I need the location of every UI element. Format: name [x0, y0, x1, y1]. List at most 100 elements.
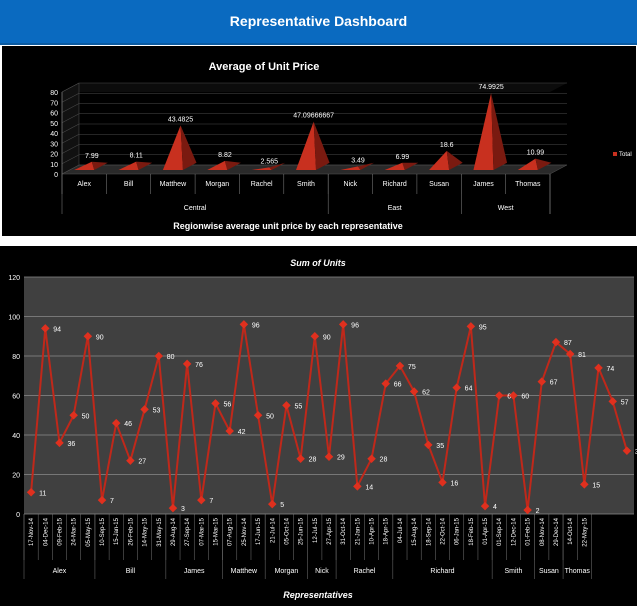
unit-price-chart-panel: Average of Unit Price 0 10 20 30 40 50 60 70 80 7.… — [2, 46, 636, 236]
data-label: 16 — [450, 480, 458, 487]
x-tick-label: 10-Apr-15 — [370, 517, 376, 544]
group-label: James — [184, 568, 205, 575]
data-label: 2 — [536, 508, 540, 515]
data-label: 66 — [394, 382, 402, 389]
x-tick-label: 12-Dec-14 — [511, 517, 517, 546]
data-label: 36 — [67, 441, 75, 448]
data-label: 74.9925 — [478, 84, 503, 91]
x-tick-label: 07-Aug-15 — [228, 517, 234, 546]
data-label: 62 — [422, 390, 430, 397]
y-tick-label: 120 — [8, 275, 20, 282]
data-label: 96 — [252, 322, 260, 329]
data-label: 46 — [124, 421, 132, 428]
data-label: 67 — [550, 380, 558, 387]
y-tick-label: 20 — [50, 152, 58, 159]
x-tick-label: Matthew — [160, 181, 187, 188]
data-label: 11 — [39, 490, 46, 497]
data-label: 75 — [408, 364, 416, 371]
x-tick-label: 17-Jun-15 — [256, 517, 262, 545]
group-label: Richard — [430, 568, 454, 575]
group-label: Bill — [126, 568, 136, 575]
x-tick-label: 05-Oct-14 — [284, 517, 290, 544]
data-label: 42 — [238, 429, 246, 436]
data-label: 55 — [294, 403, 302, 410]
x-tick-label: 22-Oct-14 — [440, 517, 446, 544]
y-tick-label: 40 — [12, 433, 20, 440]
bar — [162, 125, 197, 170]
y-tick-label: 70 — [50, 100, 58, 107]
y-tick-label: 30 — [50, 141, 58, 148]
x-tick-label: Thomas — [515, 181, 541, 188]
x-tick-label: 01-Apr-15 — [483, 517, 489, 544]
data-label: 74 — [607, 366, 615, 373]
data-label: 8.82 — [218, 152, 232, 159]
data-label: 28 — [309, 457, 317, 464]
x-axis-title: Regionwise average unit price by each re… — [173, 221, 403, 231]
x-tick-label: James — [473, 181, 494, 188]
x-tick-label: Susan — [429, 181, 449, 188]
x-tick-label: 08-Nov-14 — [540, 517, 546, 546]
y-tick-label: 20 — [12, 473, 20, 480]
data-label: 56 — [224, 401, 232, 408]
data-label: 4 — [493, 504, 497, 511]
data-label: 53 — [153, 407, 161, 414]
y-tick-label: 50 — [50, 121, 58, 128]
group-label: East — [388, 205, 402, 212]
data-label: 50 — [266, 413, 274, 420]
data-label: 10.99 — [527, 150, 545, 157]
group-label: Susan — [539, 568, 559, 575]
data-label: 8.11 — [130, 153, 143, 160]
data-label: 28 — [380, 457, 388, 464]
y-tick-label: 100 — [8, 315, 20, 322]
data-label: 7 — [209, 498, 213, 505]
data-label: 47.09666667 — [293, 113, 334, 120]
data-label: 27 — [138, 459, 146, 466]
data-label: 64 — [465, 386, 473, 393]
data-label: 60 — [521, 394, 529, 401]
group-label: Smith — [504, 568, 522, 575]
x-tick-label: 15-Aug-14 — [412, 517, 418, 546]
x-tick-label: 18-Apr-15 — [384, 517, 390, 544]
data-label: 6.99 — [396, 154, 410, 161]
x-tick-label: 29-Aug-14 — [171, 517, 177, 546]
data-label: 87 — [564, 340, 572, 347]
x-tick-label: Bill — [124, 181, 134, 188]
x-tick-label: 10-Sep-15 — [100, 517, 106, 546]
data-label: 94 — [53, 326, 61, 333]
group-label: Alex — [53, 568, 67, 575]
data-label: 7.99 — [85, 153, 99, 160]
data-label: 3 — [181, 506, 185, 513]
x-tick-label: 25-Jun-15 — [299, 517, 305, 545]
data-label: 3.49 — [351, 157, 365, 164]
x-tick-label: 26-Feb-15 — [128, 517, 134, 545]
x-tick-label: Nick — [344, 181, 358, 188]
data-label: 18.6 — [440, 142, 454, 149]
data-label: 95 — [479, 324, 487, 331]
group-label: Thomas — [565, 568, 591, 575]
x-tick-label: 18-Sep-14 — [426, 517, 432, 546]
x-tick-label: Morgan — [205, 181, 229, 188]
x-axis-title: Representatives — [283, 590, 353, 600]
x-tick-label: 09-Feb-15 — [57, 517, 63, 545]
x-tick-label: Smith — [297, 181, 315, 188]
x-tick-label: 22-May-15 — [582, 517, 588, 546]
data-label: 2.565 — [261, 158, 279, 165]
data-label: 43.4825 — [168, 116, 193, 123]
data-label: 5 — [280, 502, 284, 509]
y-tick-label: 10 — [50, 162, 58, 169]
y-tick-label: 0 — [54, 172, 58, 179]
x-tick-label: Richard — [383, 181, 407, 188]
units-line-chart: Sum of Units0204060801001201194365090746… — [8, 258, 637, 600]
y-tick-label: 0 — [16, 512, 20, 519]
data-label: 14 — [365, 484, 373, 491]
x-tick-label: 07-Mar-15 — [199, 517, 205, 545]
y-tick-label: 60 — [12, 394, 20, 401]
x-tick-label: 04-Jul-14 — [398, 517, 404, 543]
group-label: Nick — [315, 568, 329, 575]
data-label: 7 — [110, 498, 114, 505]
x-tick-label: 17-Nov-14 — [29, 517, 35, 546]
data-label: 76 — [195, 362, 203, 369]
page-title: Representative Dashboard — [229, 13, 408, 29]
x-tick-label: 06-Jan-15 — [455, 517, 461, 545]
unit-price-chart: Average of Unit Price 0 10 20 30 40 50 60 70 80 7.… — [50, 61, 631, 231]
